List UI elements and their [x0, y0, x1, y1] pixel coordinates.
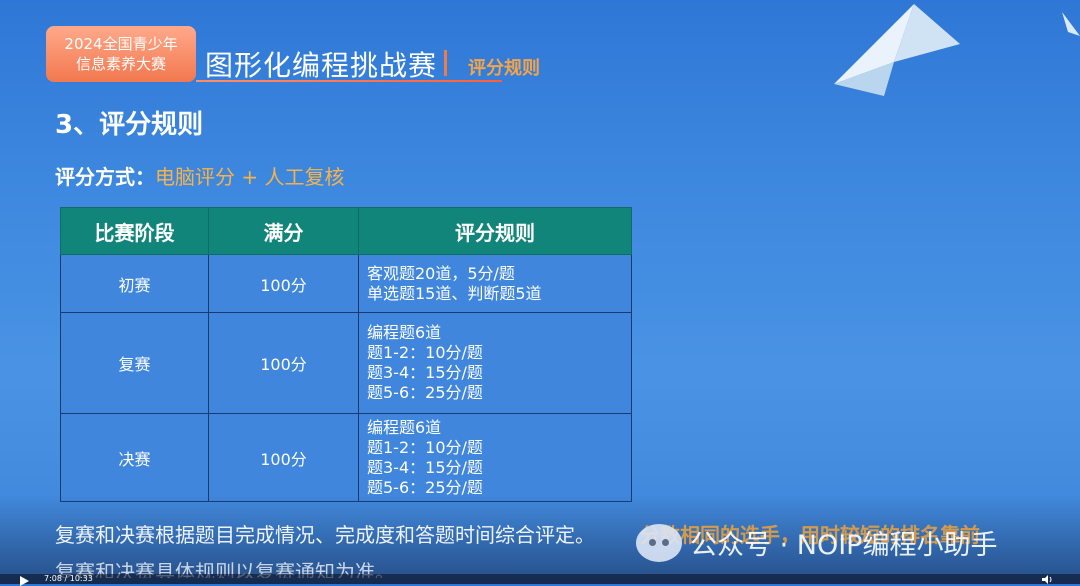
rule-line: 编程题6道 — [367, 417, 442, 437]
header-stage: 比赛阶段 — [60, 207, 209, 255]
rules-cell: 客观题20道，5分/题 单选题15道、判断题5道 — [358, 254, 632, 313]
video-progress-bar[interactable] — [0, 574, 1080, 584]
badge-line1: 2024全国青少年 — [64, 35, 178, 53]
volume-icon[interactable] — [1042, 575, 1054, 584]
section-title: 3、评分规则 — [55, 110, 204, 140]
rule-line: 单选题15道、判断题5道 — [367, 283, 542, 303]
stage-cell: 复赛 — [60, 312, 209, 414]
scoring-table: 比赛阶段 满分 评分规则 初赛 100分 客观题20道，5分/题 单选题15道、… — [60, 207, 632, 502]
badge-line2: 信息素养大赛 — [75, 55, 166, 73]
watermark-text: 公众号 · NOIP编程小助手 — [690, 530, 998, 561]
rule-line: 题3-4：15分/题 — [367, 363, 483, 382]
video-time: 7:08 / 10:33 — [44, 574, 93, 583]
score-cell: 100分 — [208, 254, 359, 313]
header-subtitle: 评分规则 — [468, 58, 540, 79]
table-row: 决赛 100分 编程题6道 题1-2：10分/题 题3-4：15分/题 题5-6… — [60, 413, 632, 502]
stage-cell: 决赛 — [60, 413, 209, 502]
header-rules: 评分规则 — [358, 207, 632, 255]
play-icon[interactable] — [20, 576, 29, 586]
header-separator — [444, 50, 447, 76]
rule-line: 题1-2：10分/题 — [367, 343, 483, 362]
score-cell: 100分 — [208, 413, 359, 502]
score-cell: 100分 — [208, 312, 359, 414]
rule-line: 题1-2：10分/题 — [367, 437, 483, 457]
paper-plane-small-icon — [1062, 12, 1080, 36]
paper-plane-icon — [834, 4, 960, 96]
header-title: 图形化编程挑战赛 — [205, 49, 438, 82]
rule-line: 客观题20道，5分/题 — [367, 263, 515, 283]
note-line-1: 复赛和决赛根据题目完成情况、完成度和答题时间综合评定。 — [55, 523, 595, 547]
rules-cell: 编程题6道 题1-2：10分/题 题3-4：15分/题 题5-6：25分/题 — [358, 413, 632, 502]
scoring-method: 评分方式：电脑评分 + 人工复核 — [55, 161, 344, 190]
rules-cell: 编程题6道 题1-2：10分/题 题3-4：15分/题 题5-6：25分/题 — [358, 312, 632, 414]
competition-badge: 2024全国青少年 信息素养大赛 — [46, 26, 196, 82]
watermark: 公众号 · NOIP编程小助手 — [636, 523, 997, 562]
header-score: 满分 — [208, 207, 359, 255]
table-header-row: 比赛阶段 满分 评分规则 — [60, 207, 632, 255]
scoring-method-label: 评分方式： — [55, 165, 155, 189]
stage-cell: 初赛 — [60, 254, 209, 313]
table-row: 复赛 100分 编程题6道 题1-2：10分/题 题3-4：15分/题 题5-6… — [60, 312, 632, 414]
scoring-method-value: 电脑评分 + 人工复核 — [155, 165, 345, 189]
rule-line: 编程题6道 — [367, 323, 442, 342]
rule-line: 题3-4：15分/题 — [367, 457, 483, 477]
rule-line: 题5-6：25分/题 — [367, 383, 483, 402]
table-row: 初赛 100分 客观题20道，5分/题 单选题15道、判断题5道 — [60, 254, 632, 313]
header-underline — [196, 80, 502, 82]
wechat-icon — [636, 523, 682, 562]
